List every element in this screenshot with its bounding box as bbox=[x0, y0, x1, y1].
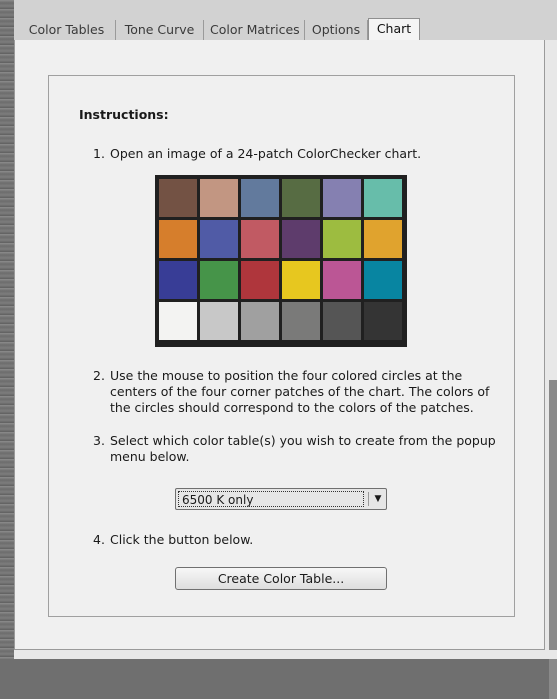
color-table-popup-menu[interactable]: 6500 K only ▼ bbox=[175, 488, 387, 510]
color-patch bbox=[364, 220, 402, 258]
color-patch bbox=[241, 220, 279, 258]
scrollbar[interactable] bbox=[545, 40, 557, 699]
step-2-line-1: Use the mouse to position the four color… bbox=[110, 368, 463, 383]
tab-color-matrices[interactable]: Color Matrices bbox=[204, 20, 305, 40]
color-patch bbox=[364, 302, 402, 340]
color-patch bbox=[364, 179, 402, 217]
tab-strip: Color Tables Tone Curve Color Matrices O… bbox=[14, 0, 557, 42]
color-patch bbox=[159, 302, 197, 340]
color-patch bbox=[323, 179, 361, 217]
color-patch bbox=[159, 261, 197, 299]
step-2: 2. Use the mouse to position the four co… bbox=[93, 368, 513, 416]
window-bottom-edge bbox=[14, 650, 557, 659]
color-patch bbox=[241, 261, 279, 299]
color-patch bbox=[241, 302, 279, 340]
step-3-line-2: menu below. bbox=[110, 449, 190, 464]
tab-options[interactable]: Options bbox=[305, 20, 368, 40]
step-1-number: 1. bbox=[93, 146, 105, 161]
color-patch bbox=[200, 261, 238, 299]
step-3: 3. Select which color table(s) you wish … bbox=[93, 433, 513, 465]
color-patch bbox=[159, 220, 197, 258]
color-patch bbox=[282, 302, 320, 340]
color-patch bbox=[323, 220, 361, 258]
tab-chart[interactable]: Chart bbox=[368, 18, 420, 42]
color-patch bbox=[200, 179, 238, 217]
color-patch bbox=[364, 261, 402, 299]
color-patch bbox=[200, 220, 238, 258]
step-2-number: 2. bbox=[93, 368, 105, 383]
color-patch bbox=[282, 261, 320, 299]
popup-separator bbox=[368, 492, 369, 506]
create-color-table-button[interactable]: Create Color Table... bbox=[175, 567, 387, 590]
color-patch bbox=[159, 179, 197, 217]
step-1: 1. Open an image of a 24-patch ColorChec… bbox=[93, 146, 513, 162]
chevron-down-icon[interactable]: ▼ bbox=[372, 491, 384, 507]
step-3-number: 3. bbox=[93, 433, 105, 448]
color-patch bbox=[323, 302, 361, 340]
tab-color-tables[interactable]: Color Tables bbox=[18, 20, 116, 40]
step-3-line-1: Select which color table(s) you wish to … bbox=[110, 433, 496, 448]
color-patch bbox=[323, 261, 361, 299]
color-patch bbox=[200, 302, 238, 340]
colorchecker-chart-image bbox=[155, 175, 407, 347]
window-edge bbox=[0, 0, 14, 659]
color-patch bbox=[241, 179, 279, 217]
color-patch bbox=[282, 220, 320, 258]
step-4-number: 4. bbox=[93, 532, 105, 547]
step-4-text: Click the button below. bbox=[110, 532, 254, 547]
step-4: 4. Click the button below. bbox=[93, 532, 513, 548]
color-table-selected-value: 6500 K only bbox=[178, 491, 364, 507]
tab-tone-curve[interactable]: Tone Curve bbox=[116, 20, 204, 40]
step-2-line-3: the circles should correspond to the col… bbox=[110, 400, 474, 415]
step-2-line-2: centers of the four corner patches of th… bbox=[110, 384, 490, 399]
color-patch bbox=[282, 179, 320, 217]
instructions-heading: Instructions: bbox=[79, 107, 169, 122]
step-1-text: Open an image of a 24-patch ColorChecker… bbox=[110, 146, 422, 161]
